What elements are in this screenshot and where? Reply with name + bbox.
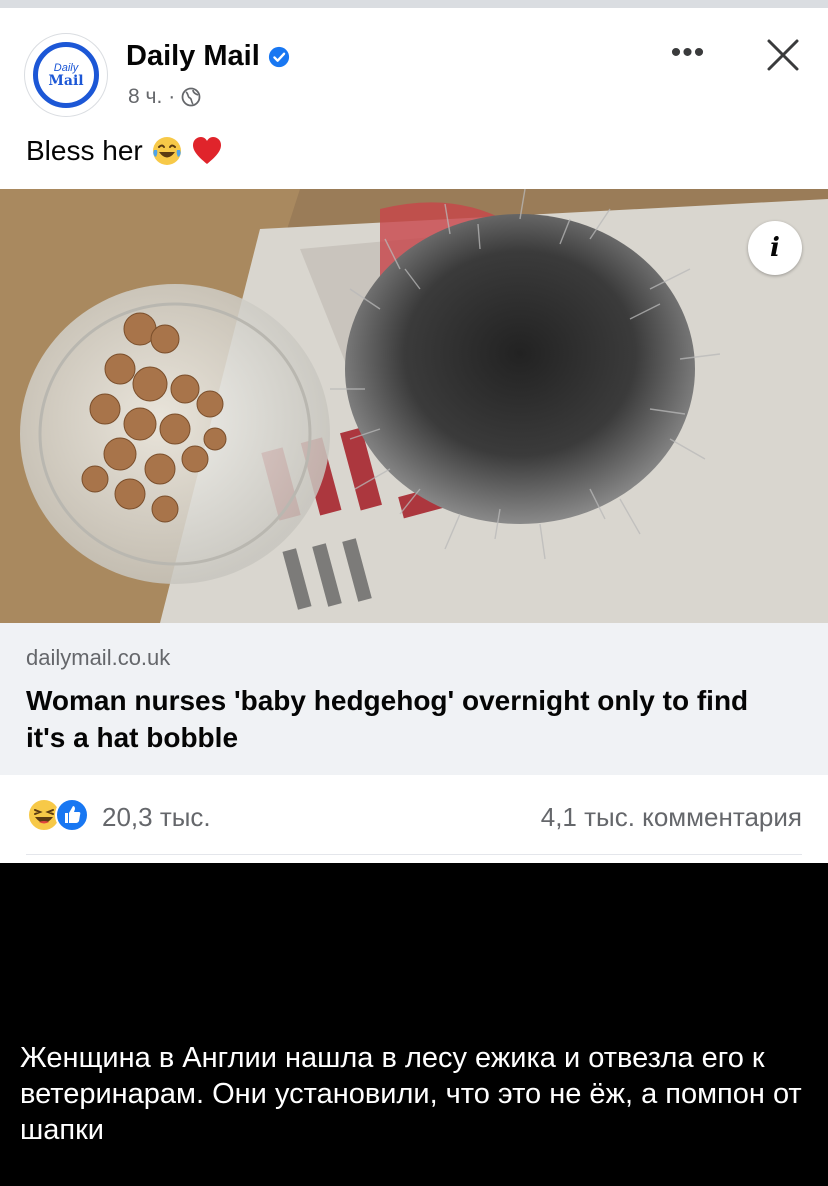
red-heart-icon	[192, 137, 221, 164]
top-separator	[0, 0, 828, 8]
globe-icon	[181, 87, 201, 107]
post-image[interactable]	[0, 189, 828, 623]
post-time[interactable]: 8 ч.	[128, 85, 162, 109]
logo-text-daily: Daily	[53, 61, 79, 74]
info-button[interactable]: i	[748, 221, 802, 275]
page-name-row[interactable]: Daily Mail	[126, 40, 290, 73]
fur-bobble-icon	[345, 214, 695, 524]
link-domain: dailymail.co.uk	[26, 645, 171, 670]
verified-badge-icon	[268, 46, 289, 67]
tears-of-joy-icon	[152, 137, 181, 165]
reaction-count[interactable]: 20,3 тыс.	[102, 802, 211, 833]
page-name[interactable]: Daily Mail	[126, 40, 260, 73]
more-icon: •••	[670, 36, 706, 69]
info-icon: i	[770, 233, 780, 263]
comments-count[interactable]: 4,1 тыс. комментария	[541, 802, 802, 833]
daily-mail-logo: Daily Mail	[33, 42, 99, 108]
close-icon	[767, 39, 799, 71]
close-button[interactable]	[760, 32, 806, 78]
hedgehog-bobble-photo	[0, 189, 828, 623]
avatar[interactable]: Daily Mail	[24, 33, 108, 117]
caption-text: Женщина в Англии нашла в лесу ежика и от…	[20, 1042, 802, 1146]
logo-text-mail: Mail	[48, 72, 84, 89]
divider	[26, 854, 802, 855]
link-headline[interactable]: Woman nurses 'baby hedgehog' overnight o…	[26, 682, 786, 756]
more-options-button[interactable]: •••	[664, 33, 712, 73]
like-reaction-icon	[55, 798, 89, 832]
reaction-icons[interactable]	[26, 797, 90, 833]
post-meta: 8 ч. ·	[128, 85, 201, 109]
post-message: Bless her	[26, 135, 223, 167]
post-text: Bless her	[26, 135, 143, 166]
meta-separator: ·	[168, 85, 176, 108]
